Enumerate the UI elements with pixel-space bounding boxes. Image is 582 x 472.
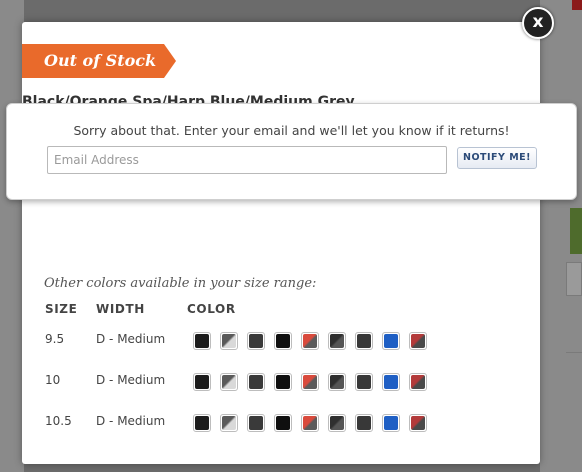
color-swatch-blue[interactable] xyxy=(382,332,400,350)
swatch-fill xyxy=(384,334,398,348)
color-swatch-black[interactable] xyxy=(193,373,211,391)
swatch-fill xyxy=(330,375,344,389)
swatch-fill xyxy=(222,416,236,430)
swatch-fill xyxy=(303,334,317,348)
color-swatch-grey-white[interactable] xyxy=(220,414,238,432)
swatch-fill xyxy=(357,416,371,430)
swatch-fill xyxy=(276,416,290,430)
swatch-fill xyxy=(249,334,263,348)
swatch-fill xyxy=(303,416,317,430)
color-swatch-red-dark[interactable] xyxy=(409,332,427,350)
swatch-fill xyxy=(249,375,263,389)
swatch-fill xyxy=(330,334,344,348)
email-address-input[interactable] xyxy=(47,146,447,174)
background-red-accent xyxy=(572,0,582,10)
swatch-fill xyxy=(222,334,236,348)
swatch-fill xyxy=(411,375,425,389)
color-swatch-charcoal[interactable] xyxy=(328,332,346,350)
row-width: D - Medium xyxy=(96,414,166,428)
color-swatch-red-dark[interactable] xyxy=(409,373,427,391)
swatch-fill xyxy=(357,375,371,389)
color-swatch-dark-grey[interactable] xyxy=(247,332,265,350)
color-swatch-black-2[interactable] xyxy=(274,414,292,432)
color-swatch-black-2[interactable] xyxy=(274,373,292,391)
color-swatch-slate[interactable] xyxy=(355,332,373,350)
notify-panel: Sorry about that. Enter your email and w… xyxy=(6,103,577,200)
swatch-fill xyxy=(276,334,290,348)
color-column-header: COLOR xyxy=(187,302,236,316)
color-swatch-red-grey[interactable] xyxy=(301,414,319,432)
swatch-fill xyxy=(384,375,398,389)
background-page-left xyxy=(0,0,24,472)
swatch-fill xyxy=(384,416,398,430)
swatch-fill xyxy=(195,416,209,430)
color-swatch-black[interactable] xyxy=(193,332,211,350)
row-size: 10 xyxy=(45,373,61,387)
color-swatch-dark-grey[interactable] xyxy=(247,414,265,432)
color-swatch-charcoal[interactable] xyxy=(328,373,346,391)
color-swatch-red-dark[interactable] xyxy=(409,414,427,432)
close-icon: x xyxy=(532,12,544,32)
color-swatch-dark-grey[interactable] xyxy=(247,373,265,391)
row-width: D - Medium xyxy=(96,332,166,346)
width-column-header: WIDTH xyxy=(96,302,145,316)
color-swatch-black[interactable] xyxy=(193,414,211,432)
swatch-fill xyxy=(357,334,371,348)
background-add-to-cart-button xyxy=(570,208,582,254)
notify-message: Sorry about that. Enter your email and w… xyxy=(73,123,510,138)
size-row: 9.5 D - Medium xyxy=(0,332,582,352)
swatch-fill xyxy=(411,416,425,430)
swatch-fill xyxy=(411,334,425,348)
color-swatch-grey-white[interactable] xyxy=(220,332,238,350)
background-divider xyxy=(566,352,582,353)
row-size: 9.5 xyxy=(45,332,65,346)
other-colors-heading: Other colors available in your size rang… xyxy=(44,276,317,291)
out-of-stock-modal xyxy=(22,22,540,464)
swatch-fill xyxy=(330,416,344,430)
size-row: 10 D - Medium xyxy=(0,373,582,393)
size-row: 10.5 D - Medium xyxy=(0,414,582,434)
swatch-fill xyxy=(195,375,209,389)
swatch-fill xyxy=(195,334,209,348)
row-width: D - Medium xyxy=(96,373,166,387)
notify-me-button[interactable]: NOTIFY ME! xyxy=(457,147,537,169)
color-swatch-red-grey[interactable] xyxy=(301,373,319,391)
color-swatch-blue[interactable] xyxy=(382,414,400,432)
color-swatch-red-grey[interactable] xyxy=(301,332,319,350)
size-column-header: SIZE xyxy=(45,302,78,316)
color-swatch-charcoal[interactable] xyxy=(328,414,346,432)
swatch-fill xyxy=(303,375,317,389)
color-swatch-slate[interactable] xyxy=(355,414,373,432)
swatch-fill xyxy=(249,416,263,430)
color-swatch-blue[interactable] xyxy=(382,373,400,391)
background-quantity-box xyxy=(566,262,582,296)
out-of-stock-ribbon: Out of Stock xyxy=(22,44,176,78)
close-modal-button[interactable]: x xyxy=(522,7,554,39)
swatch-fill xyxy=(222,375,236,389)
swatch-fill xyxy=(276,375,290,389)
color-swatch-black-2[interactable] xyxy=(274,332,292,350)
color-swatch-slate[interactable] xyxy=(355,373,373,391)
row-size: 10.5 xyxy=(45,414,72,428)
color-swatch-grey-white[interactable] xyxy=(220,373,238,391)
